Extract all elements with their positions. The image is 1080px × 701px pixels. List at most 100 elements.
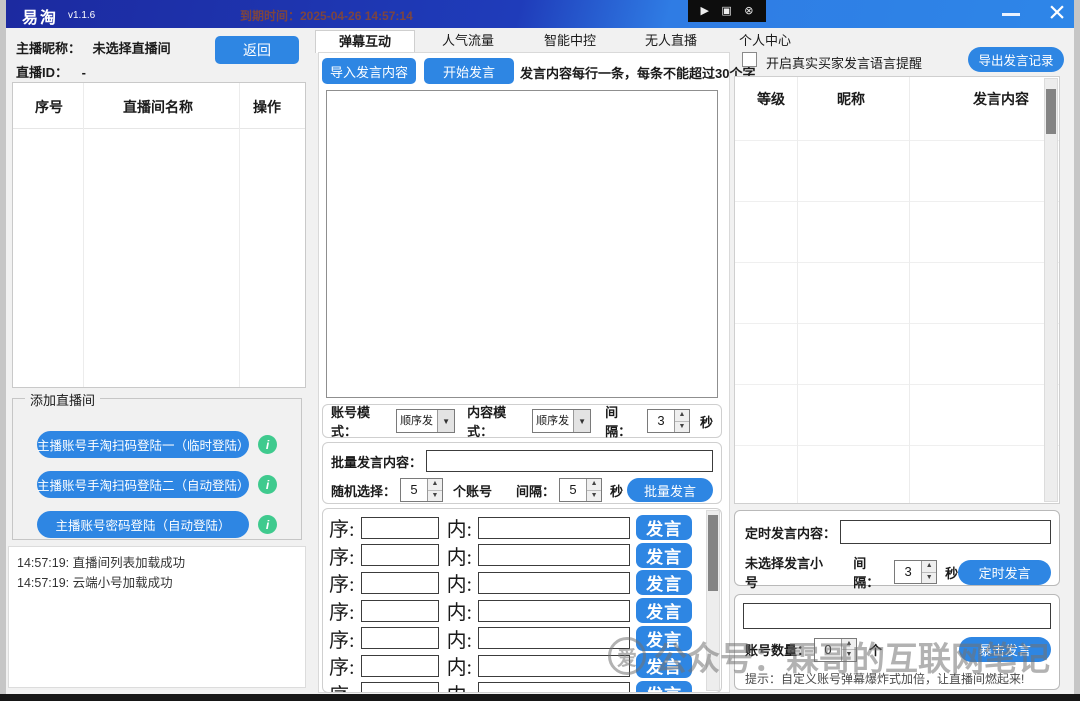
- row-seq-label: 序:: [329, 513, 355, 542]
- capture-icon[interactable]: ▣: [721, 6, 731, 17]
- burst-tip: 提示：自定义账号弹幕爆炸式加倍，让直播间燃起来!: [735, 662, 1059, 687]
- row-seq-input[interactable]: [361, 682, 439, 693]
- add-room-group: 添加直播间 主播账号手淘扫码登陆一（临时登陆） i 主播账号手淘扫码登陆二（自动…: [12, 398, 302, 540]
- tab-danmu-interaction[interactable]: 弹幕互动: [315, 30, 415, 53]
- timed-seconds-label: 秒: [945, 563, 958, 582]
- log-line: 14:57:19: 云端小号加载成功: [17, 573, 297, 593]
- content-mode-value: 顺序发: [533, 410, 573, 432]
- row-content-input[interactable]: [478, 627, 630, 649]
- batch-content-input[interactable]: [426, 450, 713, 472]
- row-send-button[interactable]: 发言: [636, 570, 692, 595]
- host-nickname-row: 主播昵称： 未选择直播间: [16, 38, 171, 57]
- random-select-label: 随机选择：: [331, 481, 396, 500]
- row-send-button[interactable]: 发言: [636, 515, 692, 540]
- speak-row: 序: 内: 发言: [323, 597, 721, 625]
- batch-interval-spinner[interactable]: 5 ▲▼: [559, 478, 602, 502]
- row-content-label: 内:: [447, 596, 473, 625]
- tab-popularity-traffic[interactable]: 人气流量: [418, 30, 518, 53]
- rows-scrollbar[interactable]: [706, 510, 720, 691]
- speech-records-table: 等级 昵称 发言内容: [734, 76, 1060, 504]
- rows-scrollbar-thumb[interactable]: [708, 515, 718, 591]
- tab-personal-center[interactable]: 个人中心: [715, 30, 815, 53]
- row-content-input[interactable]: [478, 517, 630, 539]
- start-speech-button[interactable]: 开始发言: [424, 58, 514, 84]
- export-records-button[interactable]: 导出发言记录: [968, 47, 1064, 72]
- info-icon[interactable]: i: [258, 435, 277, 454]
- content-mode-label: 内容模式：: [467, 402, 530, 440]
- row-seq-input[interactable]: [361, 600, 439, 622]
- tab-unmanned-live[interactable]: 无人直播: [621, 30, 721, 53]
- batch-send-button[interactable]: 批量发言: [627, 478, 713, 502]
- speak-row: 序: 内: 发言: [323, 514, 721, 542]
- row-content-input[interactable]: [478, 544, 630, 566]
- batch-seconds-label: 秒: [610, 481, 623, 500]
- account-mode-label: 账号模式：: [331, 402, 394, 440]
- row-send-button[interactable]: 发言: [636, 626, 692, 651]
- row-seq-input[interactable]: [361, 517, 439, 539]
- login-password-button[interactable]: 主播账号密码登陆（自动登陆）: [37, 511, 249, 538]
- random-count-value: 5: [401, 479, 427, 501]
- row-content-label: 内:: [447, 568, 473, 597]
- spinner-arrows[interactable]: ▲▼: [841, 639, 856, 661]
- speak-row: 序: 内: 发言: [323, 542, 721, 570]
- row-send-button[interactable]: 发言: [636, 543, 692, 568]
- login-scan-temp-button[interactable]: 主播账号手淘扫码登陆一（临时登陆）: [37, 431, 249, 458]
- row-content-input[interactable]: [478, 655, 630, 677]
- burst-count-label: 账号数量：: [745, 640, 810, 659]
- row-seq-label: 序:: [329, 679, 355, 693]
- spinner-arrows[interactable]: ▲▼: [921, 561, 936, 583]
- row-send-button[interactable]: 发言: [636, 681, 692, 693]
- import-speech-button[interactable]: 导入发言内容: [322, 58, 416, 84]
- row-seq-input[interactable]: [361, 655, 439, 677]
- row-seq-label: 序:: [329, 651, 355, 680]
- timed-content-input[interactable]: [840, 520, 1051, 544]
- spinner-arrows[interactable]: ▲▼: [586, 479, 601, 501]
- account-mode-select[interactable]: 顺序发 ▼: [396, 409, 455, 433]
- column-divider: [239, 83, 240, 387]
- overlay-close-icon[interactable]: ⊗: [744, 6, 753, 17]
- content-mode-select[interactable]: 顺序发 ▼: [532, 409, 591, 433]
- row-content-input[interactable]: [478, 600, 630, 622]
- row-seq-input[interactable]: [361, 544, 439, 566]
- tab-smart-control[interactable]: 智能中控: [520, 30, 620, 53]
- cursor-icon[interactable]: ▶: [700, 6, 708, 17]
- info-icon[interactable]: i: [258, 515, 277, 534]
- row-send-button[interactable]: 发言: [636, 653, 692, 678]
- room-id-row: 直播ID： -: [16, 62, 86, 81]
- room-id-label: 直播ID：: [16, 65, 68, 80]
- random-count-spinner[interactable]: 5 ▲▼: [400, 478, 443, 502]
- back-button[interactable]: 返回: [215, 36, 299, 64]
- chevron-down-icon: ▼: [573, 410, 590, 432]
- burst-count-spinner[interactable]: 0 ▲▼: [814, 638, 857, 662]
- row-seq-input[interactable]: [361, 572, 439, 594]
- real-buyer-alert-checkbox[interactable]: [742, 52, 757, 67]
- timed-send-button[interactable]: 定时发言: [958, 560, 1051, 585]
- info-icon[interactable]: i: [258, 475, 277, 494]
- interval-spinner[interactable]: 3 ▲▼: [647, 409, 690, 433]
- burst-count-value: 0: [815, 639, 841, 661]
- row-send-button[interactable]: 发言: [636, 598, 692, 623]
- burst-send-button[interactable]: 暴击发言: [959, 637, 1051, 662]
- records-scrollbar[interactable]: [1044, 78, 1058, 502]
- speech-content-textarea[interactable]: [326, 90, 718, 398]
- no-account-selected-label: 未选择发言小号: [745, 553, 831, 591]
- speak-rows-box: 序: 内: 发言 序: 内: 发言 序: 内: 发言: [322, 508, 722, 693]
- row-content-input[interactable]: [478, 572, 630, 594]
- batch-content-field[interactable]: [427, 451, 712, 471]
- chevron-down-icon: ▼: [437, 410, 454, 432]
- minimize-button[interactable]: [1002, 13, 1020, 16]
- burst-content-input[interactable]: [743, 603, 1051, 629]
- login-scan-auto-button[interactable]: 主播账号手淘扫码登陆二（自动登陆）: [37, 471, 249, 498]
- row-content-input[interactable]: [478, 682, 630, 693]
- expiry-time-label: 到期时间：2025-04-26 14:57:14: [240, 7, 413, 24]
- spinner-arrows[interactable]: ▲▼: [427, 479, 442, 501]
- app-window: 易淘 v1.1.6 到期时间：2025-04-26 14:57:14 × ▶ ▣…: [6, 0, 1074, 694]
- records-scrollbar-thumb[interactable]: [1046, 89, 1056, 134]
- row-seq-input[interactable]: [361, 627, 439, 649]
- room-table-header: 序号 直播间名称 操作: [13, 83, 305, 129]
- spinner-arrows[interactable]: ▲▼: [674, 410, 689, 432]
- timed-interval-spinner[interactable]: 3 ▲▼: [894, 560, 937, 584]
- row-content-label: 内:: [447, 624, 473, 653]
- close-button[interactable]: ×: [1040, 0, 1074, 30]
- row-content-label: 内:: [447, 513, 473, 542]
